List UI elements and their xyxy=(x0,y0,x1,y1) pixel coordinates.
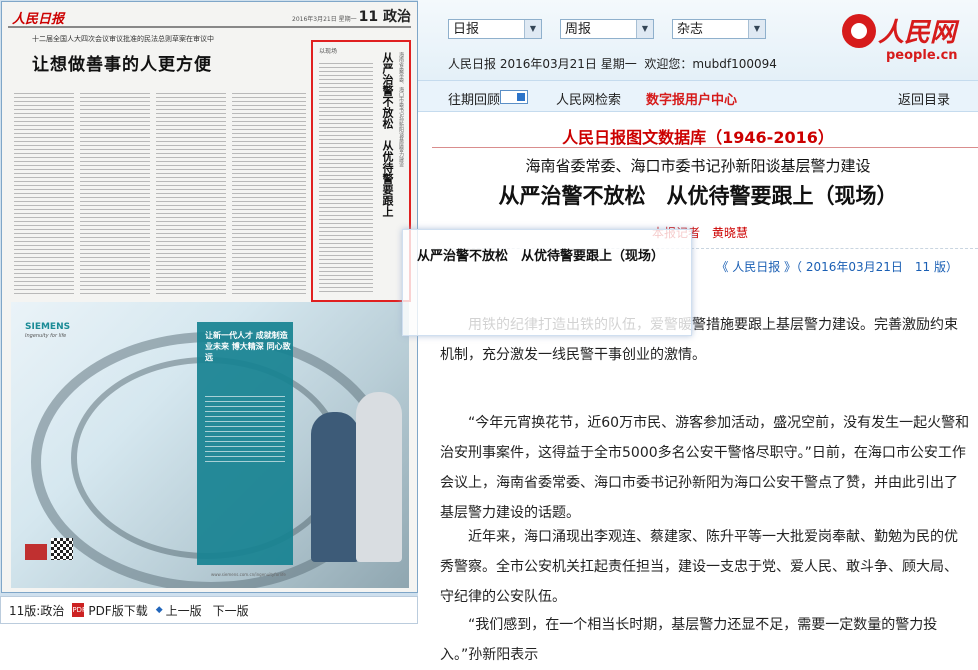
logo-site: people.cn xyxy=(886,48,958,63)
paper-text-column[interactable] xyxy=(80,90,150,295)
article-paragraph: “今年元宵换花节，近60万市民、游客参加活动，盛况空前，没有发生一起火警和治安刑… xyxy=(440,415,970,521)
page-navigation-bar: 11版:政治 PDF PDF版下载 ◆ 上一版 下一版 xyxy=(0,596,418,624)
chevron-down-icon[interactable]: ▼ xyxy=(524,20,541,38)
qr-code-icon xyxy=(51,538,73,560)
paper-date: 2016年3月21日 星期一 xyxy=(292,16,357,23)
next-page-link[interactable]: 下一版 xyxy=(213,602,249,619)
article-title: 从严治警不放松 从优待警要跟上（现场） xyxy=(498,184,898,208)
article-source-link[interactable]: 《 人民日报 》（ 2016年03月21日 11 版） xyxy=(716,258,958,275)
tooltip-title: 从严治警不放松 从优待警要跟上（现场） xyxy=(417,249,665,264)
back-to-index-link[interactable]: 返回目录 xyxy=(898,89,950,108)
chevron-down-icon[interactable]: ▼ xyxy=(748,20,765,38)
daily-select-value: 日报 xyxy=(453,22,480,37)
chevron-down-icon[interactable]: ▼ xyxy=(636,20,653,38)
ad-person-image xyxy=(311,412,359,562)
paper-headline[interactable]: 让想做善事的人更方便 xyxy=(32,50,212,75)
logo-name: 人民网 xyxy=(878,18,957,48)
newspaper-page-image[interactable]: 人民日报 2016年3月21日 星期一 11 政治 十二届全国人大四次会议审议批… xyxy=(1,1,418,593)
search-link[interactable]: 人民网检索 xyxy=(556,89,621,108)
pdf-download-link[interactable]: PDF版下载 xyxy=(88,602,147,619)
siemens-logo: SIEMENS xyxy=(25,322,71,332)
calendar-icon[interactable] xyxy=(500,90,528,104)
pdf-icon[interactable]: PDF xyxy=(72,603,86,617)
logo-mark-icon xyxy=(842,14,876,48)
ad-text-panel: 让新一代人才 成就制造业未来 博大精深 同心致远 xyxy=(197,322,293,565)
paper-page-label: 11 政治 xyxy=(358,9,411,25)
title-divider xyxy=(432,147,978,148)
sidebar-tag: 以现场 xyxy=(319,48,338,55)
people-cn-logo[interactable]: 人民网 people.cn xyxy=(842,12,972,68)
prev-page-link[interactable]: 上一版 xyxy=(166,602,202,619)
article-subtitle: 海南省委常委、海口市委书记孙新阳谈基层警力建设 xyxy=(525,157,871,175)
history-link[interactable]: 往期回顾 xyxy=(448,89,500,108)
ad-person-image xyxy=(356,392,402,562)
ad-panel-body xyxy=(205,392,285,462)
sidebar-text-column xyxy=(319,60,373,292)
paper-kicker: 十二届全国人大四次会议审议批准的民法总则草案在审议中 xyxy=(32,35,214,43)
sidebar-vertical-title: 从严治警不放松 从优待警要跟上 xyxy=(381,52,394,217)
sidebar-vertical-kicker: 海南省委常委、海口市委书记孙新阳谈基层警力建设 xyxy=(398,52,404,167)
top-header: 日报 ▼ 周报 ▼ 杂志 ▼ 人民日报 2016年03月21日 星期一 欢迎您：… xyxy=(418,0,978,80)
welcome-text: 欢迎您：mubdf100094 xyxy=(644,57,777,71)
issue-date-text: 人民日报 2016年03月21日 星期一 xyxy=(448,57,637,71)
paper-masthead: 人民日报 xyxy=(12,12,65,27)
ad-red-label xyxy=(25,544,47,560)
siemens-tagline: Ingenuity for life xyxy=(25,333,67,339)
issue-info: 人民日报 2016年03月21日 星期一 欢迎您：mubdf100094 xyxy=(448,55,777,72)
newspaper-viewer: 人民日报 2016年3月21日 星期一 11 政治 十二届全国人大四次会议审议批… xyxy=(0,0,418,624)
highlighted-article-box[interactable]: 以现场 从严治警不放松 从优待警要跟上 海南省委常委、海口市委书记孙新阳谈基层警… xyxy=(311,40,411,302)
paper-text-column[interactable] xyxy=(14,90,74,295)
daily-select[interactable]: 日报 ▼ xyxy=(448,19,542,39)
ad-panel-headline: 让新一代人才 成就制造业未来 博大精深 同心致远 xyxy=(205,331,291,362)
article-paragraph: 近年来，海口涌现出李观连、蔡建家、陈升平等一大批爱岗奉献、勤勉为民的优秀警察。全… xyxy=(440,529,958,605)
weekly-select[interactable]: 周报 ▼ xyxy=(560,19,654,39)
paper-divider xyxy=(8,26,411,28)
paper-text-column[interactable] xyxy=(156,90,226,295)
magazine-select-value: 杂志 xyxy=(677,22,704,37)
hover-tooltip: 从严治警不放松 从优待警要跟上（现场） xyxy=(402,229,692,336)
siemens-advertisement[interactable]: SIEMENS Ingenuity for life 让新一代人才 成就制造业未… xyxy=(11,302,409,588)
nav-bar: 往期回顾 人民网检索 数字报用户中心 返回目录 xyxy=(418,80,978,112)
paper-text-column[interactable] xyxy=(232,90,306,295)
ad-url: www.siemens.com.cn/ingenuityforlife xyxy=(211,572,286,577)
magazine-select[interactable]: 杂志 ▼ xyxy=(672,19,766,39)
database-title: 人民日报图文数据库（1946-2016） xyxy=(562,128,834,147)
prev-arrow-icon[interactable]: ◆ xyxy=(156,605,163,615)
user-center-link[interactable]: 数字报用户中心 xyxy=(646,89,737,108)
article-paragraph: “我们感到，在一个相当长时期，基层警力还显不足，需要一定数量的警力投入。”孙新阳… xyxy=(440,617,938,663)
current-page-name: 11版:政治 xyxy=(9,603,65,618)
weekly-select-value: 周报 xyxy=(565,22,592,37)
